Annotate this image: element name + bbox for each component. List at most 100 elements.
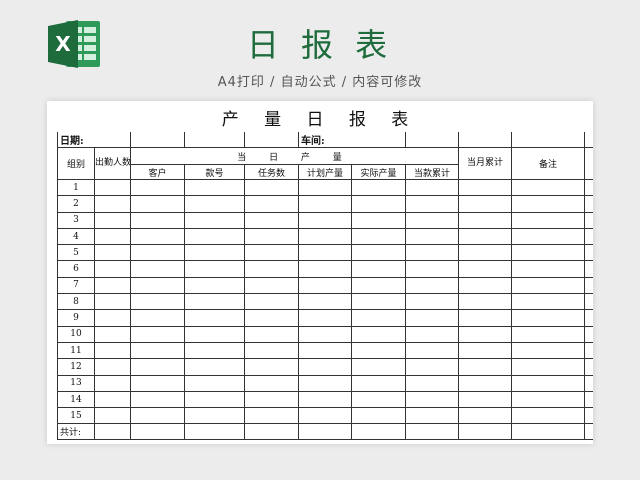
table-cell[interactable] — [298, 407, 352, 425]
table-cell[interactable] — [244, 195, 299, 213]
table-cell[interactable] — [511, 227, 585, 246]
table-cell[interactable] — [184, 407, 245, 425]
table-cell[interactable] — [458, 244, 512, 262]
table-cell[interactable] — [351, 390, 406, 409]
table-cell[interactable] — [184, 309, 245, 327]
table-cell[interactable] — [94, 407, 131, 425]
table-cell[interactable] — [511, 309, 585, 327]
table-cell[interactable] — [130, 244, 185, 262]
date-cell[interactable] — [94, 132, 131, 148]
table-cell[interactable] — [244, 211, 299, 229]
table-cell[interactable] — [94, 374, 131, 392]
table-cell[interactable] — [94, 309, 131, 327]
table-cell[interactable] — [458, 276, 512, 295]
table-cell[interactable] — [351, 195, 406, 213]
table-cell[interactable] — [351, 227, 406, 246]
table-cell[interactable] — [94, 227, 131, 246]
table-cell[interactable] — [298, 276, 352, 295]
table-cell[interactable] — [244, 244, 299, 262]
table-cell[interactable] — [94, 293, 131, 311]
table-cell[interactable] — [184, 325, 245, 343]
table-cell[interactable] — [351, 374, 406, 392]
table-cell[interactable] — [298, 390, 352, 409]
table-cell[interactable] — [298, 423, 352, 441]
table-cell[interactable] — [584, 407, 593, 425]
table-cell[interactable] — [351, 407, 406, 425]
workshop-cell[interactable] — [351, 132, 406, 148]
table-cell[interactable] — [351, 423, 406, 441]
table-cell[interactable] — [130, 423, 185, 441]
table-cell[interactable] — [130, 374, 185, 392]
date-cell[interactable] — [184, 132, 245, 148]
table-cell[interactable] — [130, 260, 185, 278]
table-cell[interactable] — [298, 195, 352, 213]
table-cell[interactable] — [511, 211, 585, 229]
table-cell[interactable] — [405, 227, 459, 246]
table-cell[interactable] — [405, 358, 459, 376]
table-cell[interactable] — [130, 178, 185, 197]
table-cell[interactable] — [244, 325, 299, 343]
table-cell[interactable] — [184, 293, 245, 311]
table-cell[interactable] — [458, 195, 512, 213]
table-cell[interactable] — [244, 407, 299, 425]
table-cell[interactable] — [130, 358, 185, 376]
table-cell[interactable] — [584, 358, 593, 376]
table-cell[interactable] — [584, 293, 593, 311]
table-cell[interactable] — [351, 244, 406, 262]
table-cell[interactable] — [405, 374, 459, 392]
table-cell[interactable] — [184, 276, 245, 295]
table-cell[interactable] — [405, 260, 459, 278]
table-cell[interactable] — [184, 358, 245, 376]
table-cell[interactable] — [94, 244, 131, 262]
table-cell[interactable] — [511, 260, 585, 278]
blank-cell[interactable] — [244, 132, 299, 148]
table-cell[interactable] — [130, 227, 185, 246]
table-cell[interactable] — [511, 358, 585, 376]
table-cell[interactable] — [130, 341, 185, 360]
table-cell[interactable] — [244, 293, 299, 311]
table-cell[interactable] — [94, 178, 131, 197]
date-cell[interactable] — [130, 132, 185, 148]
table-cell[interactable] — [298, 244, 352, 262]
table-cell[interactable] — [405, 211, 459, 229]
table-cell[interactable] — [584, 195, 593, 213]
table-cell[interactable] — [405, 244, 459, 262]
table-cell[interactable] — [584, 178, 593, 197]
table-cell[interactable] — [351, 178, 406, 197]
table-cell[interactable] — [130, 293, 185, 311]
table-cell[interactable] — [351, 260, 406, 278]
table-cell[interactable] — [511, 374, 585, 392]
table-cell[interactable] — [244, 276, 299, 295]
table-cell[interactable] — [405, 276, 459, 295]
blank-cell[interactable] — [405, 132, 459, 148]
table-cell[interactable] — [184, 423, 245, 441]
table-cell[interactable] — [94, 211, 131, 229]
table-cell[interactable] — [94, 341, 131, 360]
table-cell[interactable] — [184, 341, 245, 360]
table-cell[interactable] — [511, 276, 585, 295]
table-cell[interactable] — [351, 325, 406, 343]
table-cell[interactable] — [94, 390, 131, 409]
table-cell[interactable] — [458, 341, 512, 360]
table-cell[interactable] — [511, 390, 585, 409]
table-cell[interactable] — [298, 260, 352, 278]
table-cell[interactable] — [94, 423, 131, 441]
table-cell[interactable] — [298, 341, 352, 360]
table-cell[interactable] — [405, 390, 459, 409]
table-cell[interactable] — [244, 260, 299, 278]
table-cell[interactable] — [351, 276, 406, 295]
blank-cell[interactable] — [584, 132, 593, 148]
table-cell[interactable] — [458, 390, 512, 409]
table-cell[interactable] — [298, 178, 352, 197]
table-cell[interactable] — [511, 244, 585, 262]
table-cell[interactable] — [351, 358, 406, 376]
table-cell[interactable] — [351, 293, 406, 311]
table-cell[interactable] — [405, 341, 459, 360]
table-cell[interactable] — [405, 309, 459, 327]
table-cell[interactable] — [244, 178, 299, 197]
table-cell[interactable] — [458, 227, 512, 246]
table-cell[interactable] — [94, 325, 131, 343]
table-cell[interactable] — [351, 341, 406, 360]
table-cell[interactable] — [584, 423, 593, 441]
table-cell[interactable] — [584, 211, 593, 229]
